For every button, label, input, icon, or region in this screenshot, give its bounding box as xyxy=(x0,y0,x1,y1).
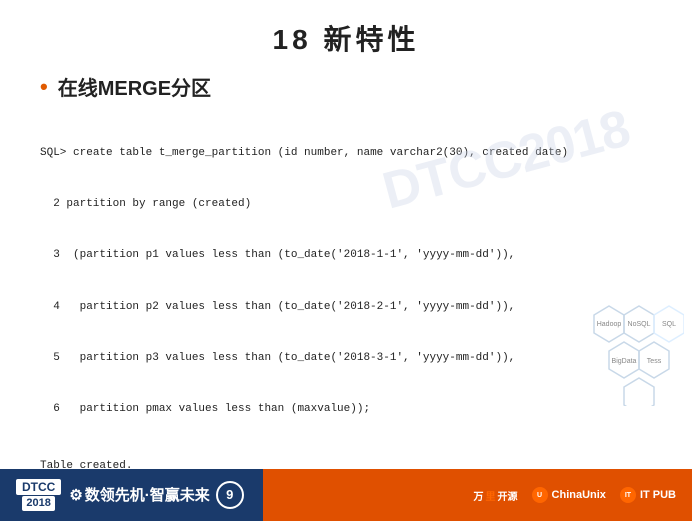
section-heading-text: 在线MERGE分区 xyxy=(58,72,211,101)
code-line-4: 4 partition p2 values less than (to_date… xyxy=(40,299,652,316)
dtcc-badge-block: DTCC 2018 xyxy=(16,479,61,512)
footer-left: DTCC 2018 ⚙ 数领先机·智赢未来 9 xyxy=(16,479,244,512)
slogan-text: 数领先机·智赢未来 xyxy=(85,484,210,505)
footer-right: 万 里 开源 U ChinaUnix IT IT PUB xyxy=(474,487,676,503)
chinaunix-icon: U xyxy=(532,487,548,503)
code-block-main: SQL> create table t_merge_partition (id … xyxy=(40,111,652,452)
footer-bar: DTCC 2018 ⚙ 数领先机·智赢未来 9 万 里 开源 U ChinaUn… xyxy=(0,469,692,521)
logo-wanli: 万 里 开源 xyxy=(474,488,518,503)
number-badge: 9 xyxy=(216,481,244,509)
logo-itpub: IT IT PUB xyxy=(620,487,676,503)
code-line-2: 2 partition by range (created) xyxy=(40,196,652,213)
result-1: Table created. xyxy=(40,460,652,469)
code-line-5: 5 partition p3 values less than (to_date… xyxy=(40,350,652,367)
svg-text:SQL: SQL xyxy=(662,321,676,328)
footer-slogan: ⚙ 数领先机·智赢未来 9 xyxy=(69,481,243,509)
code-line-3: 3 (partition p1 values less than (to_dat… xyxy=(40,247,652,264)
bullet-dot: • xyxy=(40,74,48,100)
dtcc-label: DTCC xyxy=(16,479,61,495)
logo-chinaunix: U ChinaUnix xyxy=(532,487,606,503)
code-line-1: SQL> create table t_merge_partition (id … xyxy=(40,145,652,162)
dtcc-year: 2018 xyxy=(22,496,54,511)
content-area: 18 新特性 • 在线MERGE分区 SQL> create table t_m… xyxy=(0,0,692,469)
itpub-icon: IT xyxy=(620,487,636,503)
slide-title: 18 新特性 xyxy=(40,18,652,58)
code-line-6: 6 partition pmax values less than (maxva… xyxy=(40,401,652,418)
gear-icon: ⚙ xyxy=(69,486,82,504)
section-heading: • 在线MERGE分区 xyxy=(40,72,652,101)
slide-container: 18 新特性 • 在线MERGE分区 SQL> create table t_m… xyxy=(0,0,692,521)
